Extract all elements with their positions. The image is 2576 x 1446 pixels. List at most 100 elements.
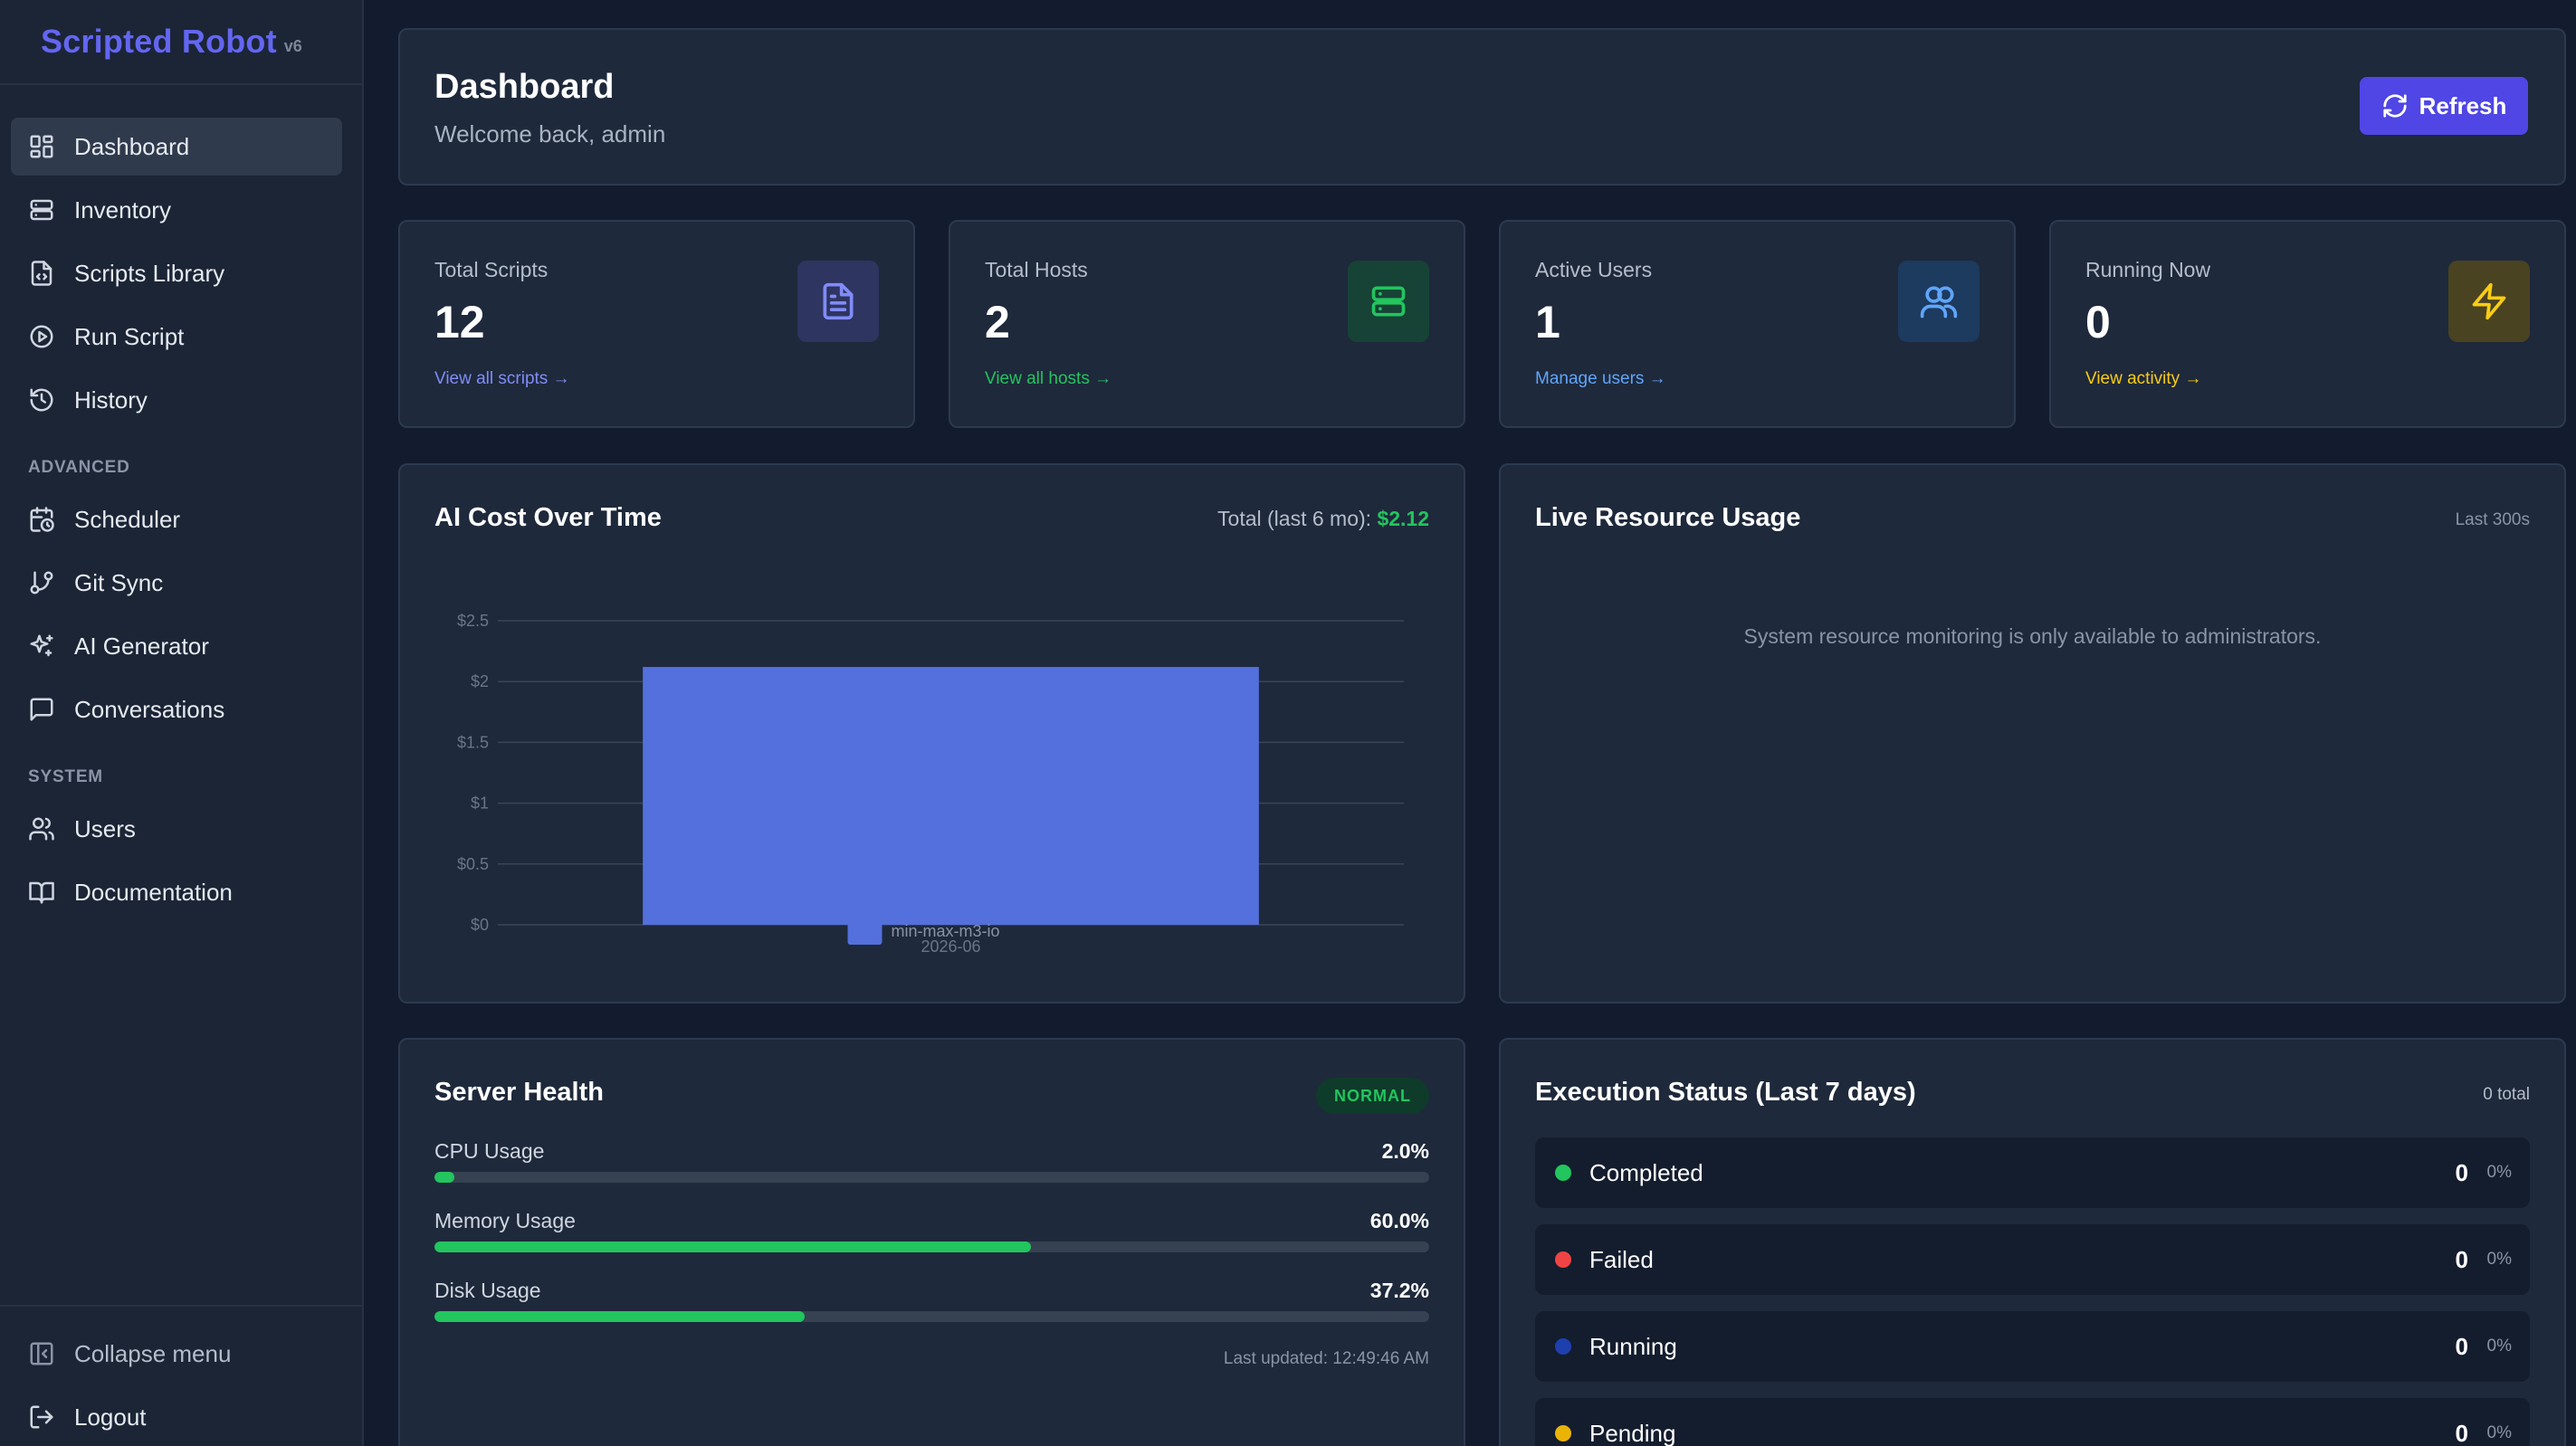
sidebar-item-conversations[interactable]: Conversations [11, 680, 342, 738]
metric-value: 60.0% [1369, 1209, 1429, 1232]
ai-cost-panel: AI Cost Over Time Total (last 6 mo): $2.… [398, 463, 1465, 1004]
panel-left-close-icon [27, 1339, 56, 1368]
progress-track [434, 1311, 1429, 1322]
status-row-running[interactable]: Running 0 0% [1535, 1311, 2530, 1382]
status-dot [1555, 1425, 1571, 1441]
live-resource-panel: Live Resource Usage Last 300s System res… [1499, 463, 2566, 1004]
y-tick-label: $2.5 [457, 612, 489, 630]
sidebar-item-scripts-library[interactable]: Scripts Library [11, 244, 342, 302]
book-icon [27, 878, 56, 907]
sidebar-item-label: Inventory [74, 195, 171, 224]
page-title: Dashboard [434, 68, 615, 106]
message-square-icon [27, 695, 56, 724]
sidebar-item-documentation[interactable]: Documentation [11, 863, 342, 921]
panel-title: Live Resource Usage [1535, 503, 1801, 532]
stat-card-total-scripts: Total Scripts 12 View all scripts → [398, 220, 915, 428]
stat-card-total-hosts: Total Hosts 2 View all hosts → [949, 220, 1465, 428]
app-name[interactable]: Scripted Robot [41, 23, 277, 61]
bar [643, 667, 1259, 925]
sidebar: Scripted Robot v6 Dashboard Inventory Sc… [0, 0, 364, 1446]
stat-value: 0 [2085, 297, 2111, 347]
metric-memory: Memory Usage 60.0% [434, 1209, 1429, 1263]
sidebar-nav: Dashboard Inventory Scripts Library Run … [11, 118, 342, 927]
legend-swatch [847, 923, 883, 945]
admin-only-message: System resource monitoring is only avail… [1743, 624, 2322, 648]
sidebar-item-ai-generator[interactable]: AI Generator [11, 617, 342, 675]
stat-label: Total Scripts [434, 258, 549, 281]
status-percent: 0% [2486, 1337, 2512, 1356]
stat-card-active-users: Active Users 1 Manage users → [1499, 220, 2016, 428]
status-count: 0 [2455, 1245, 2468, 1273]
metric-disk: Disk Usage 37.2% [434, 1279, 1429, 1333]
sidebar-item-history[interactable]: History [11, 371, 342, 429]
status-count: 0 [2455, 1419, 2468, 1446]
sidebar-item-label: Scripts Library [74, 259, 225, 287]
metric-label: Memory Usage [434, 1209, 576, 1232]
file-code-icon [27, 259, 56, 288]
execution-total: 0 total [2483, 1085, 2530, 1104]
y-tick-label: $2 [471, 672, 489, 690]
dashboard-icon [27, 132, 56, 161]
stat-value: 2 [985, 297, 1010, 347]
stat-label: Active Users [1535, 258, 1653, 281]
sidebar-item-run-script[interactable]: Run Script [11, 308, 342, 366]
sidebar-item-git-sync[interactable]: Git Sync [11, 554, 342, 612]
status-label: Pending [1589, 1419, 1676, 1446]
sidebar-item-label: Users [74, 814, 136, 842]
metric-label: Disk Usage [434, 1279, 541, 1302]
status-label: Failed [1589, 1245, 1654, 1273]
stat-value: 12 [434, 297, 485, 347]
play-circle-icon [27, 322, 56, 351]
y-tick-label: $1 [471, 794, 489, 813]
status-percent: 0% [2486, 1163, 2512, 1182]
cost-bar-chart: $0$0.5$1$1.5$2$2.5min-max-m3-io2026-06 [457, 612, 1404, 956]
logout-button[interactable]: Logout [11, 1388, 342, 1446]
git-branch-icon [27, 568, 56, 597]
sidebar-item-dashboard[interactable]: Dashboard [11, 118, 342, 176]
calendar-clock-icon [27, 505, 56, 534]
collapse-menu-button[interactable]: Collapse menu [11, 1325, 342, 1383]
status-count: 0 [2455, 1158, 2468, 1186]
progress-fill [434, 1241, 1032, 1252]
status-row-completed[interactable]: Completed 0 0% [1535, 1137, 2530, 1208]
view-activity-link[interactable]: View activity → [2085, 369, 2201, 389]
stat-card-running-now: Running Now 0 View activity → [2049, 220, 2566, 428]
server-icon [1348, 261, 1429, 342]
progress-fill [434, 1172, 454, 1183]
sidebar-item-users[interactable]: Users [11, 800, 342, 858]
users-icon [27, 814, 56, 843]
status-dot [1555, 1165, 1571, 1181]
stat-value: 1 [1535, 297, 1560, 347]
sidebar-item-scheduler[interactable]: Scheduler [11, 490, 342, 548]
x-tick-label: 2026-06 [921, 937, 980, 956]
sparkles-icon [27, 632, 56, 661]
collapse-menu-label: Collapse menu [74, 1339, 232, 1367]
progress-track [434, 1172, 1429, 1183]
sidebar-item-label: Dashboard [74, 132, 190, 160]
refresh-button[interactable]: Refresh [2360, 77, 2528, 135]
manage-users-link[interactable]: Manage users → [1535, 369, 1666, 389]
status-label: Running [1589, 1332, 1677, 1360]
sidebar-footer: Collapse menu Logout [0, 1305, 362, 1446]
status-row-pending[interactable]: Pending 0 0% [1535, 1398, 2530, 1446]
status-row-failed[interactable]: Failed 0 0% [1535, 1224, 2530, 1295]
sidebar-item-inventory[interactable]: Inventory [11, 181, 342, 239]
refresh-icon [2382, 94, 2407, 118]
time-range-label: Last 300s [2455, 510, 2530, 529]
stat-label: Running Now [2085, 258, 2211, 281]
sidebar-item-label: AI Generator [74, 632, 209, 660]
metric-value: 2.0% [1381, 1139, 1429, 1163]
metric-cpu: CPU Usage 2.0% [434, 1139, 1429, 1194]
view-all-scripts-link[interactable]: View all scripts → [434, 369, 570, 389]
status-label: Completed [1589, 1158, 1703, 1186]
view-all-hosts-link[interactable]: View all hosts → [985, 369, 1111, 389]
server-icon [27, 195, 56, 224]
page-subtitle: Welcome back, admin [434, 120, 666, 147]
refresh-label: Refresh [2419, 91, 2507, 119]
status-badge: NORMAL [1316, 1078, 1429, 1114]
history-icon [27, 385, 56, 414]
progress-track [434, 1241, 1429, 1252]
section-heading-system: SYSTEM [28, 767, 103, 786]
metric-label: CPU Usage [434, 1139, 545, 1163]
status-percent: 0% [2486, 1423, 2512, 1442]
